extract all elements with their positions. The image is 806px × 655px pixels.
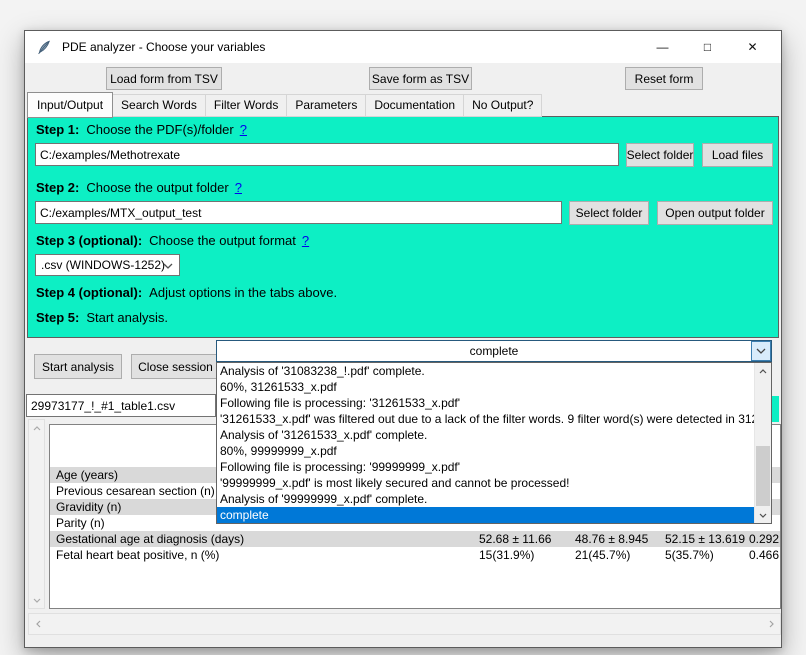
output-format-combobox[interactable]: .csv (WINDOWS-1252) [35,254,180,276]
current-table-file-entry[interactable]: 29973177_!_#1_table1.csv [26,394,216,417]
step2-label: Step 2:Choose the output folder? [36,180,242,195]
chevron-down-icon [756,348,766,354]
input-output-panel: Step 1:Choose the PDF(s)/folder? Select … [27,116,779,338]
load-form-tsv-button[interactable]: Load form from TSV [106,67,222,90]
table-row[interactable]: Fetal heart beat positive, n (%)15(31.9%… [50,547,780,563]
row-value: 0.292 [749,532,780,546]
chevron-down-icon [163,263,173,269]
step1-label: Step 1:Choose the PDF(s)/folder? [36,122,247,137]
close-session-button[interactable]: Close session [131,354,220,379]
maximize-icon: □ [704,40,711,54]
scroll-up-icon[interactable] [29,420,45,436]
pdf-folder-input[interactable] [35,143,619,166]
row-value: 21(45.7%) [575,548,665,562]
save-form-tsv-button[interactable]: Save form as TSV [369,67,472,90]
dropdown-scrollbar[interactable] [754,363,771,523]
status-dropdown-list: Analysis of '31083238_!.pdf' complete.60… [216,362,772,524]
minimize-icon: — [657,40,669,54]
row-label: Gestational age at diagnosis (days) [50,532,479,546]
row-value: 52.68 ± 11.66 [479,532,575,546]
title-bar: PDE analyzer - Choose your variables — □… [25,31,781,63]
minimize-button[interactable]: — [640,31,685,63]
table-vertical-scrollbar[interactable] [28,419,45,609]
table-horizontal-scrollbar[interactable] [28,613,781,635]
step3-label: Step 3 (optional):Choose the output form… [36,233,309,248]
scrollbar-thumb[interactable] [756,446,770,506]
step2-help-link[interactable]: ? [235,180,242,195]
tab-input-output[interactable]: Input/Output [27,92,113,118]
close-icon: ✕ [747,40,757,54]
step3-help-link[interactable]: ? [302,233,309,248]
log-list-item[interactable]: '99999999_x.pdf' is most likely secured … [217,475,754,491]
log-list-item[interactable]: 80%, 99999999_x.pdf [217,443,754,459]
step4-label: Step 4 (optional):Adjust options in the … [36,285,337,300]
log-list-item[interactable]: Analysis of '99999999_x.pdf' complete. [217,491,754,507]
row-value: 48.76 ± 8.945 [575,532,665,546]
app-window: PDE analyzer - Choose your variables — □… [24,30,782,648]
feather-icon [36,39,52,55]
combobox-arrow-button[interactable] [751,341,771,361]
tab-no-output[interactable]: No Output? [464,94,542,117]
start-analysis-button[interactable]: Start analysis [34,354,122,379]
load-files-button[interactable]: Load files [702,143,773,167]
output-folder-input[interactable] [35,201,562,224]
scroll-right-icon[interactable] [762,614,780,634]
scroll-left-icon[interactable] [29,614,47,634]
open-output-folder-button[interactable]: Open output folder [657,201,773,225]
scroll-down-icon[interactable] [29,592,45,608]
row-value: 5(35.7%) [665,548,749,562]
log-list-item[interactable]: 60%, 31261533_x.pdf [217,379,754,395]
close-button[interactable]: ✕ [730,31,775,63]
log-list-item[interactable]: complete [217,507,754,523]
step2-select-folder-button[interactable]: Select folder [569,201,649,225]
log-list-item[interactable]: Following file is processing: '31261533_… [217,395,754,411]
table-row[interactable]: Gestational age at diagnosis (days)52.68… [50,531,780,547]
step1-help-link[interactable]: ? [240,122,247,137]
row-value: 0.466 [749,548,780,562]
reset-form-button[interactable]: Reset form [625,67,703,90]
teal-frame-sliver [771,396,779,422]
tab-documentation[interactable]: Documentation [366,94,464,117]
tab-bar: Input/OutputSearch WordsFilter WordsPara… [27,92,542,117]
scroll-up-icon[interactable] [755,363,771,379]
log-list-item[interactable]: Following file is processing: '99999999_… [217,459,754,475]
step5-label: Step 5:Start analysis. [36,310,168,325]
row-label: Fetal heart beat positive, n (%) [50,548,479,562]
tab-search-words[interactable]: Search Words [113,94,206,117]
maximize-button[interactable]: □ [685,31,730,63]
log-list-item[interactable]: Analysis of '31261533_x.pdf' complete. [217,427,754,443]
row-value: 15(31.9%) [479,548,575,562]
log-list-item[interactable]: Analysis of '31083238_!.pdf' complete. [217,363,754,379]
log-list-item[interactable]: '31261533_x.pdf' was filtered out due to… [217,411,754,427]
tab-parameters[interactable]: Parameters [287,94,366,117]
status-combobox[interactable]: complete [216,340,772,362]
tab-filter-words[interactable]: Filter Words [206,94,287,117]
window-title: PDE analyzer - Choose your variables [62,40,265,54]
step1-select-folder-button[interactable]: Select folder [626,143,694,167]
scroll-down-icon[interactable] [755,507,771,523]
row-value: 52.15 ± 13.619 [665,532,749,546]
